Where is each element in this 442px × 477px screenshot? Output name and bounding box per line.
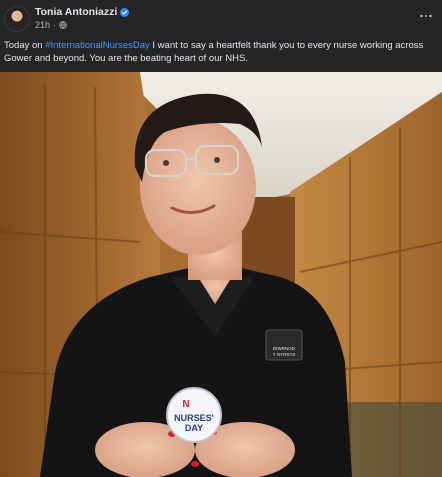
author-avatar[interactable]	[4, 6, 30, 32]
more-dot-icon	[420, 14, 423, 18]
verified-badge-icon	[120, 7, 130, 17]
caption-prefix: Today on	[4, 40, 46, 51]
badge-line1: NURSES'	[174, 413, 214, 423]
globe-icon[interactable]	[59, 21, 67, 29]
facebook-post: Tonia Antoniazzi 21h · Today on #Interna…	[0, 0, 442, 477]
badge-logo: N	[182, 399, 189, 410]
photo-illustration: DIWRNOD Y NYRSYS N NURSES' DAY	[0, 72, 442, 477]
author-name[interactable]: Tonia Antoniazzi	[35, 6, 117, 18]
more-dot-icon	[424, 14, 428, 18]
badge-line2: DAY	[185, 423, 203, 433]
more-options-button[interactable]	[416, 8, 436, 24]
post-photo[interactable]: DIWRNOD Y NYRSYS N NURSES' DAY	[0, 72, 442, 477]
name-badge-line1: DIWRNOD	[273, 346, 296, 351]
author-name-row: Tonia Antoniazzi	[35, 6, 130, 18]
more-dot-icon	[429, 14, 432, 18]
name-badge: DIWRNOD Y NYRSYS	[265, 329, 303, 361]
hashtag-link[interactable]: #InternationalNursesDay	[45, 40, 150, 51]
left-eye	[163, 160, 169, 166]
meta-separator: ·	[53, 20, 57, 30]
post-caption: Today on #InternationalNursesDay I want …	[4, 39, 438, 65]
post-header: Tonia Antoniazzi 21h ·	[0, 0, 442, 38]
face	[140, 119, 256, 255]
name-badge-line2: Y NYRSYS	[273, 352, 296, 357]
nurses-day-badge: N NURSES' DAY	[166, 387, 222, 443]
right-eye	[214, 157, 220, 163]
post-timestamp[interactable]: 21h	[35, 20, 50, 30]
post-meta: 21h ·	[35, 20, 67, 30]
